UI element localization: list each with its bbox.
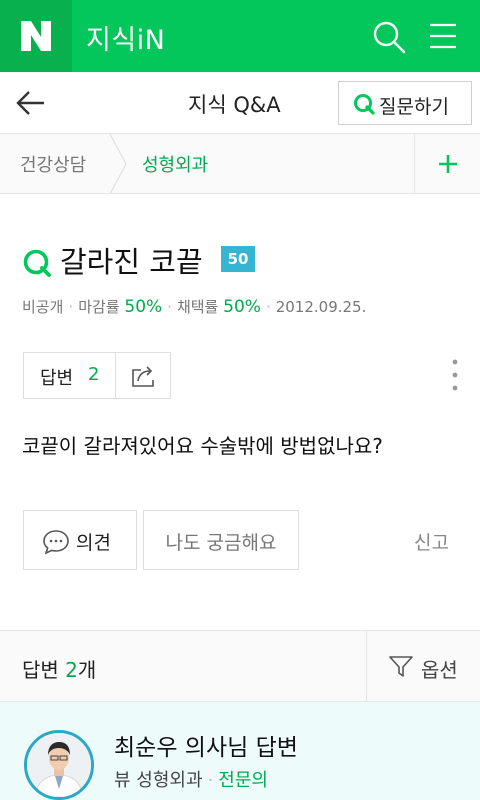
speech-bubble-icon [43, 530, 69, 555]
answer-role: 전문의 [218, 770, 268, 791]
deadline-value: 50% [124, 297, 163, 317]
question-date: 2012.09.25. [275, 298, 367, 316]
options-button[interactable]: 옵션 [366, 631, 480, 701]
app-title[interactable]: 지식iN [86, 18, 165, 57]
deadline-label: 마감률 [78, 298, 120, 316]
adoption-value: 50% [223, 297, 261, 317]
meta-dot: · [167, 298, 172, 316]
share-icon [132, 366, 154, 387]
plus-icon [439, 155, 457, 173]
doctor-avatar-image [27, 733, 91, 797]
answer-clinic[interactable]: 뷰 성형외과 [114, 770, 203, 791]
answers-header: 답변 2개 옵션 [0, 630, 480, 702]
doctor-avatar[interactable] [24, 730, 94, 800]
opinion-button[interactable]: 의견 [23, 510, 137, 570]
answer-card[interactable]: 최순우 의사님 답변 뷰 성형외과 · 전문의 [0, 702, 480, 800]
sub-header: 지식 Q&A 질문하기 [0, 72, 480, 134]
answers-header-label: 답변 2개 [22, 654, 96, 683]
question-meta: 비공개 · 마감률 50% · 채택률 50% · 2012.09.25. [22, 296, 366, 317]
share-button[interactable] [115, 352, 171, 399]
naver-n-icon [21, 21, 51, 51]
question-title: 갈라진 코끝 [60, 245, 203, 279]
answer-author-info: 뷰 성형외과 · 전문의 [114, 766, 268, 792]
ask-question-label: 질문하기 [379, 96, 449, 118]
answer-count-label: 답변 [40, 368, 74, 389]
q-icon [354, 94, 375, 115]
top-bar: 지식iN [0, 0, 480, 72]
more-options-icon[interactable] [448, 358, 462, 392]
meta-dot: · [68, 298, 74, 316]
report-link[interactable]: 신고 [414, 528, 449, 555]
breadcrumb: 건강상담 성형외과 [0, 134, 480, 194]
back-arrow-icon[interactable] [14, 88, 46, 118]
meta-dot: · [265, 298, 271, 316]
level-badge: 50 [221, 246, 255, 272]
menu-icon[interactable] [428, 22, 458, 50]
answers-header-suffix: 개 [77, 658, 97, 682]
search-icon[interactable] [372, 20, 406, 54]
answers-header-count: 2 [65, 658, 78, 682]
answer-author: 최순우 의사님 답변 [114, 735, 298, 761]
breadcrumb-subcategory[interactable]: 성형외과 [142, 151, 208, 177]
question-body: 코끝이 갈라져있어요 수술밖에 방법없나요? [22, 434, 383, 458]
me-too-curious-button[interactable]: 나도 궁금해요 [143, 510, 299, 570]
page-title: 지식 Q&A [188, 93, 281, 117]
naver-logo[interactable] [0, 0, 72, 72]
question-q-icon [23, 249, 51, 277]
breadcrumb-category[interactable]: 건강상담 [20, 151, 86, 177]
answer-count-button[interactable]: 답변 2 [23, 352, 116, 399]
me-too-curious-label: 나도 궁금해요 [165, 532, 277, 554]
breadcrumb-separator-icon [109, 134, 127, 194]
answer-count-value: 2 [88, 364, 100, 385]
opinion-label: 의견 [76, 532, 111, 554]
add-category-button[interactable] [414, 134, 480, 194]
visibility-text: 비공개 [22, 298, 64, 316]
info-dot: · [207, 770, 214, 791]
options-label: 옵션 [421, 658, 458, 682]
filter-icon [389, 656, 413, 677]
answers-header-text: 답변 [22, 658, 59, 682]
adoption-label: 채택률 [176, 298, 219, 316]
ask-question-button[interactable]: 질문하기 [338, 81, 472, 125]
